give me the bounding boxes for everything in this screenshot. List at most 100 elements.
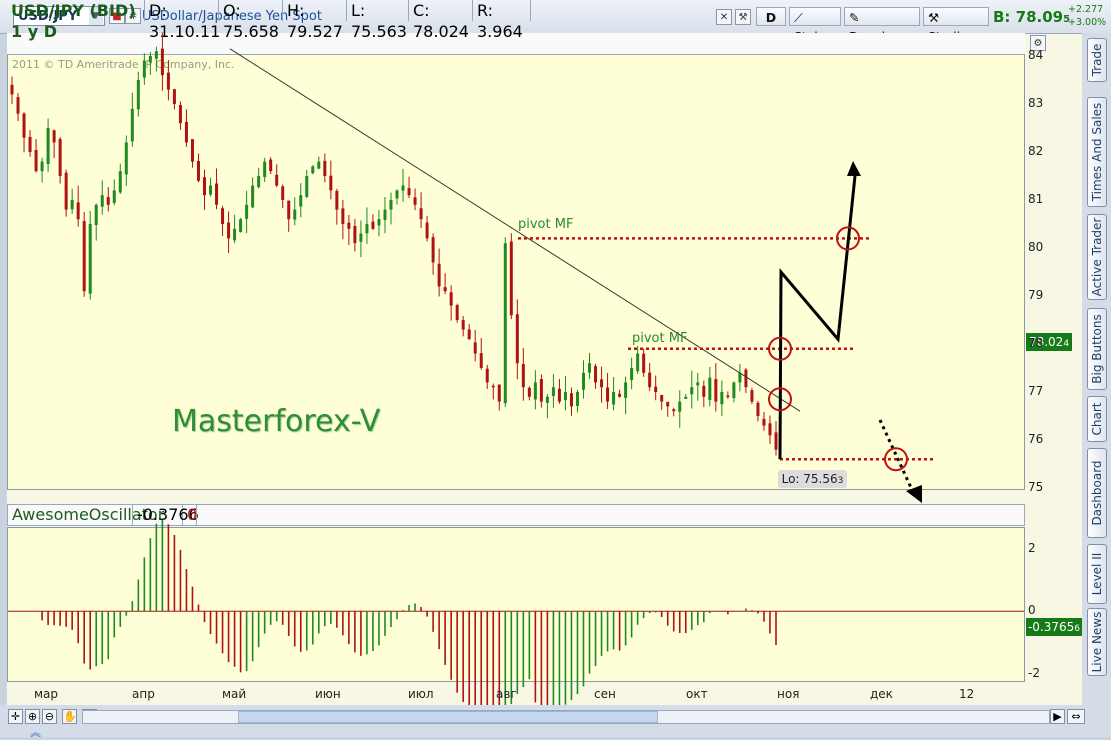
candle-body <box>377 219 381 226</box>
watermark-text: Masterforex-V <box>172 404 381 439</box>
candle-body <box>184 121 188 143</box>
time-tick-label: апр <box>132 687 155 701</box>
candle-body <box>221 208 225 224</box>
pivot-label-lower: pivot MF <box>632 331 688 346</box>
candle-body <box>196 160 200 181</box>
candle-body <box>22 113 26 138</box>
candle-body <box>190 139 194 162</box>
candle-body <box>112 190 116 203</box>
candle-body <box>762 418 766 426</box>
candle-body <box>750 390 754 402</box>
candle-body <box>419 208 423 220</box>
price-tag-tail: 4 <box>1063 339 1070 349</box>
candle-body <box>160 48 164 76</box>
candle-body <box>16 97 20 114</box>
candle-body <box>666 401 670 407</box>
candle-body <box>287 200 291 220</box>
candle-body <box>678 401 682 412</box>
candle-body <box>660 394 664 402</box>
candle-body <box>100 195 104 207</box>
price-tick-label: 77 <box>1028 384 1044 398</box>
candle-body <box>618 393 622 397</box>
expand-range-icon[interactable]: ⇔ <box>1067 709 1085 724</box>
candle-body <box>467 329 471 340</box>
oscillator-tick-label: 0 <box>1028 603 1036 618</box>
candle-body <box>76 202 80 220</box>
candle-body <box>539 379 543 402</box>
scrollbar-thumb[interactable] <box>238 711 658 723</box>
candle-body <box>720 392 724 405</box>
side-tab-label: Level II <box>1090 552 1104 596</box>
candle-body <box>365 224 369 234</box>
trend-line <box>229 48 801 412</box>
side-tab[interactable]: Dashboard <box>1087 448 1107 538</box>
price-tick-label: 80 <box>1028 240 1044 254</box>
candle-body <box>684 396 688 399</box>
candle-body <box>654 386 658 392</box>
candle-body <box>557 388 561 402</box>
side-tab[interactable]: Level II <box>1087 544 1107 604</box>
time-tick-label: дек <box>870 687 893 701</box>
price-tick-label: 76 <box>1028 432 1044 446</box>
price-tick-label: 84 <box>1028 48 1044 62</box>
pivot-label-upper: pivot MF <box>518 217 574 232</box>
candle-body <box>178 105 182 124</box>
candle-body <box>40 161 44 172</box>
candle-body <box>118 171 122 193</box>
candle-body <box>46 128 50 165</box>
price-tick-label: 79 <box>1028 288 1044 302</box>
time-tick-label: мар <box>34 687 59 701</box>
candle-body <box>94 204 98 226</box>
candle-body <box>395 190 399 199</box>
candle-body <box>82 221 86 292</box>
candle-body <box>215 183 219 205</box>
time-tick-label: окт <box>686 687 708 701</box>
candle-body <box>630 368 634 381</box>
candle-body <box>124 142 128 175</box>
zoom-out-icon[interactable]: ⊖ <box>42 709 57 724</box>
candle-body <box>209 185 213 195</box>
price-tick-label: 82 <box>1028 144 1044 158</box>
candle-body <box>443 287 447 292</box>
candle-body <box>257 176 261 188</box>
candle-body <box>491 385 495 388</box>
candle-body <box>130 108 134 142</box>
candle-body <box>317 161 321 169</box>
low-tag-tail: 3 <box>837 476 844 486</box>
candle-body <box>594 366 598 383</box>
pan-hand-icon[interactable]: ✋ <box>62 709 77 724</box>
candle-body <box>509 241 513 316</box>
forecast-arrowhead-down <box>906 485 922 503</box>
zoom-in-icon[interactable]: ⊕ <box>25 709 40 724</box>
candle-body <box>154 51 158 59</box>
side-tab-label: Times And Sales <box>1090 102 1104 202</box>
scroll-right-icon[interactable]: ▶ <box>1050 709 1065 724</box>
candle-body <box>545 396 549 403</box>
candle-body <box>413 197 417 205</box>
crosshair-icon[interactable]: ✛ <box>8 709 23 724</box>
side-tab[interactable]: Big Buttons <box>1087 308 1107 390</box>
side-tab[interactable]: Trade <box>1087 38 1107 82</box>
side-tab[interactable]: Live News <box>1087 608 1107 676</box>
time-tick-label: июл <box>408 687 434 701</box>
candle-body <box>515 314 519 364</box>
candle-body <box>251 185 255 208</box>
side-tab[interactable]: Active Trader <box>1087 214 1107 300</box>
time-tick-label: авг <box>496 687 517 701</box>
candle-body <box>431 237 435 263</box>
candle-body <box>774 432 778 450</box>
candle-body <box>359 233 363 242</box>
candle-body <box>696 382 700 386</box>
forecast-path <box>778 175 857 460</box>
candle-body <box>527 387 531 397</box>
candle-body <box>245 204 249 219</box>
side-tab[interactable]: Times And Sales <box>1087 97 1107 207</box>
side-tab[interactable]: Chart <box>1087 396 1107 442</box>
candle-body <box>353 226 357 244</box>
time-tick-label: ноя <box>777 687 800 701</box>
collapse-chevron-icon[interactable]: ︽ <box>30 724 41 740</box>
candle-body <box>744 369 748 388</box>
time-tick-label: сен <box>594 687 616 701</box>
candle-body <box>335 190 339 210</box>
candle-body <box>485 368 489 383</box>
